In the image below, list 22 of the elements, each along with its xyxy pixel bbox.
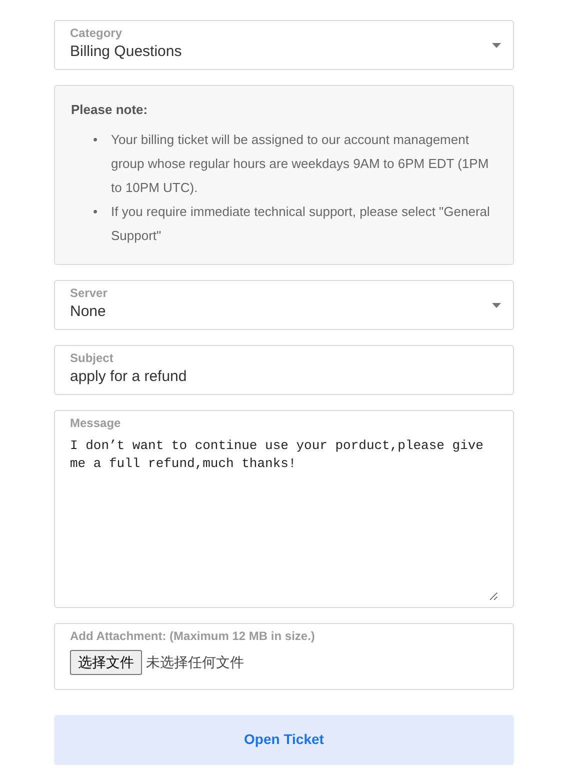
caret-icon bbox=[492, 43, 501, 48]
field-label: Category bbox=[70, 26, 124, 41]
select-field[interactable]: Server None bbox=[54, 280, 514, 330]
field-value: apply for a refund bbox=[70, 366, 188, 386]
note-item: Your billing ticket will be assigned to our account management group whose regular hours are weekdays 9AM to 6PM EDT (1PM to 10PM UTC). bbox=[111, 130, 490, 197]
field-label: Server bbox=[70, 286, 108, 300]
field-label: Message bbox=[70, 416, 122, 430]
select-field[interactable]: Category Billing Questions bbox=[54, 20, 514, 70]
bullet-icon: • bbox=[93, 200, 111, 248]
note-title: Please note: bbox=[71, 101, 149, 119]
note-item: If you require immediate technical support, please select "General Support" bbox=[111, 202, 491, 245]
text-field[interactable]: Subject apply for a refund bbox=[54, 344, 514, 394]
bullet-icon: • bbox=[93, 128, 111, 200]
select-value: Billing Questions bbox=[70, 42, 183, 62]
field-label: Subject bbox=[70, 350, 114, 366]
caret-icon bbox=[492, 302, 501, 308]
select-value: None bbox=[70, 302, 107, 322]
file-status: 未选择任何文件 bbox=[146, 652, 244, 672]
message-field[interactable]: Message I don’t want to continue use your porduct,please give me a full refund,much thanks! bbox=[54, 410, 514, 608]
open-ticket-button[interactable]: Open Ticket bbox=[54, 714, 514, 764]
choose-file-button[interactable]: 选择文件 bbox=[70, 650, 142, 674]
field-label: Add Attachment: (Maximum 12 MB in size.) bbox=[70, 628, 316, 644]
